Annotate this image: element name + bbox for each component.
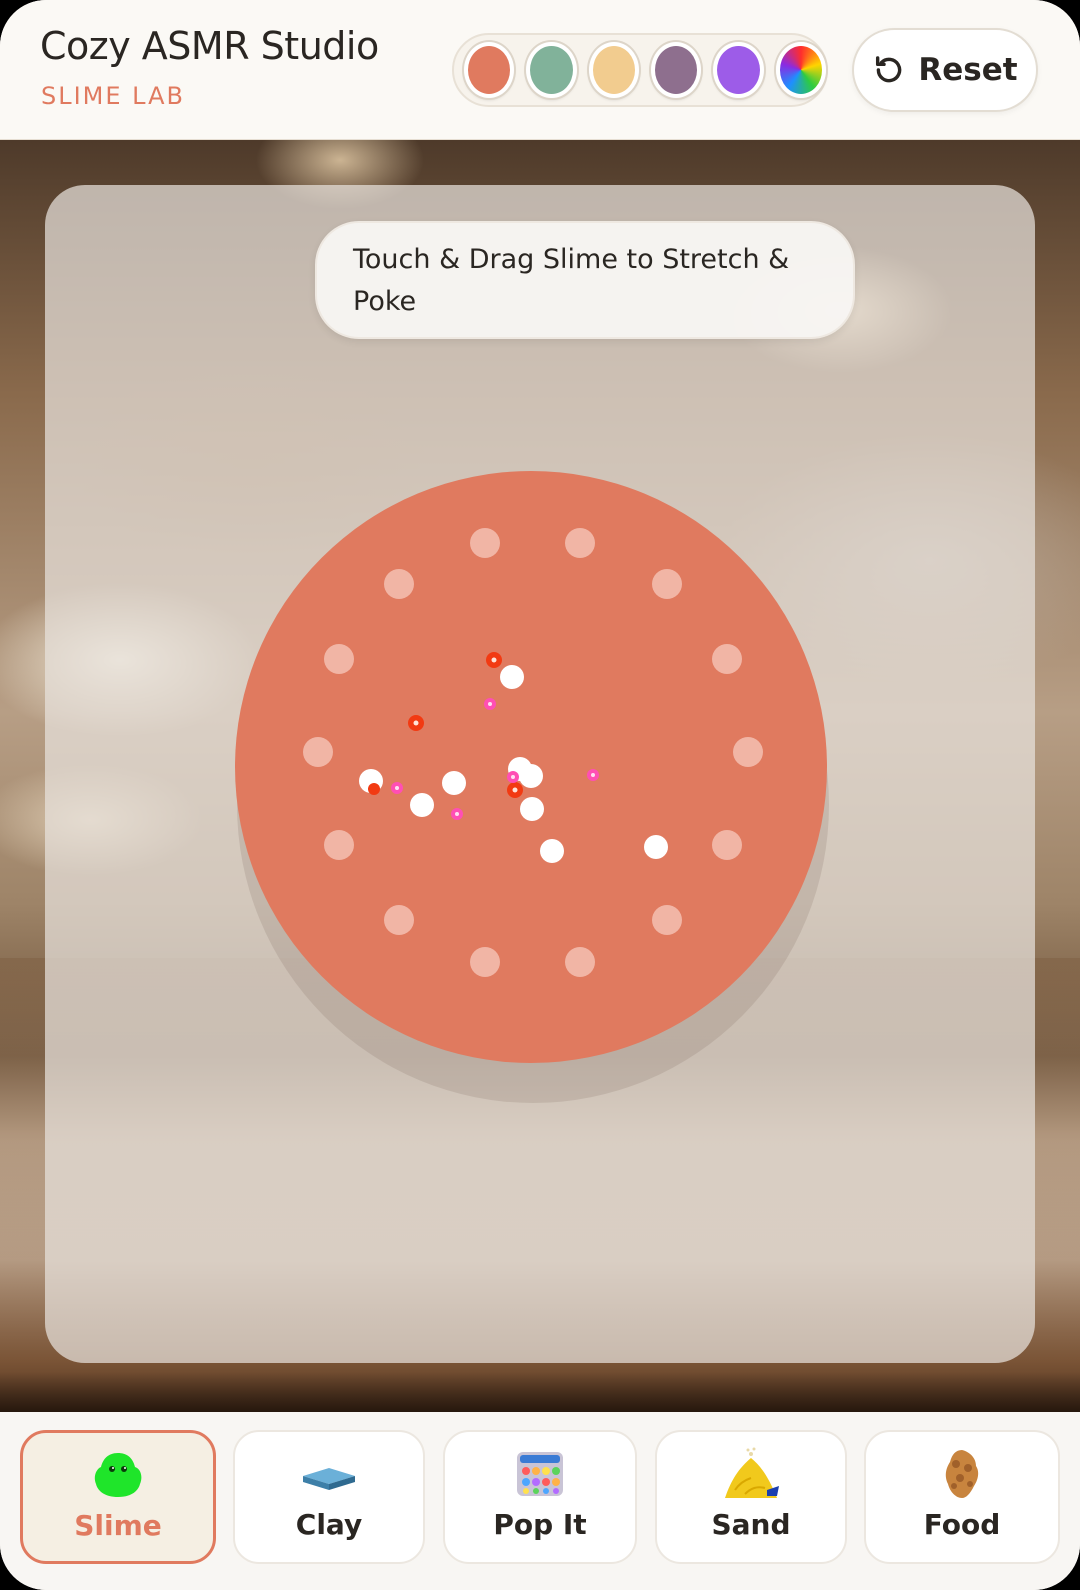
rotate-ccw-icon [876, 56, 902, 83]
tab-slime-label: Slime [74, 1509, 162, 1542]
tab-sand[interactable]: Sand [655, 1430, 847, 1564]
mode-tab-bar: Slime Clay Pop It Sand Food [0, 1412, 1080, 1590]
swatch-purple[interactable] [713, 42, 764, 98]
reset-button[interactable]: Reset [852, 28, 1038, 112]
tab-sand-label: Sand [711, 1508, 791, 1541]
swatch-rainbow[interactable] [775, 42, 826, 98]
fried-food-icon [945, 1450, 979, 1498]
app-window: Cozy ASMR Studio SLIME LAB Reset Touch &… [0, 0, 1080, 1590]
app-title: Cozy ASMR Studio [40, 24, 379, 68]
pop-it-toy-icon [517, 1452, 563, 1496]
swatch-sage[interactable] [526, 42, 577, 98]
top-header: Cozy ASMR Studio SLIME LAB Reset [0, 0, 1080, 140]
play-stage: Touch & Drag Slime to Stretch & Poke [0, 140, 1080, 1412]
blue-clay-slab-icon [303, 1468, 355, 1490]
color-swatch-bar [452, 33, 828, 107]
swatch-mauve[interactable] [650, 42, 702, 98]
tab-food[interactable]: Food [864, 1430, 1060, 1564]
tab-clay-label: Clay [295, 1508, 363, 1541]
sand-pile-icon [725, 1447, 779, 1498]
tab-pop-it-label: Pop It [493, 1508, 587, 1541]
app-subtitle: SLIME LAB [41, 82, 185, 110]
instruction-hint: Touch & Drag Slime to Stretch & Poke [315, 221, 855, 339]
tab-pop-it[interactable]: Pop It [443, 1430, 637, 1564]
play-area[interactable]: Touch & Drag Slime to Stretch & Poke [45, 185, 1035, 1363]
swatch-sand[interactable] [588, 42, 639, 98]
reset-label: Reset [918, 52, 1018, 88]
tab-clay[interactable]: Clay [233, 1430, 425, 1564]
swatch-coral[interactable] [464, 42, 515, 98]
tab-food-label: Food [923, 1508, 1001, 1541]
tab-slime[interactable]: Slime [20, 1430, 216, 1564]
green-slime-blob-icon [94, 1453, 142, 1497]
slime-canvas[interactable] [45, 185, 1035, 1363]
